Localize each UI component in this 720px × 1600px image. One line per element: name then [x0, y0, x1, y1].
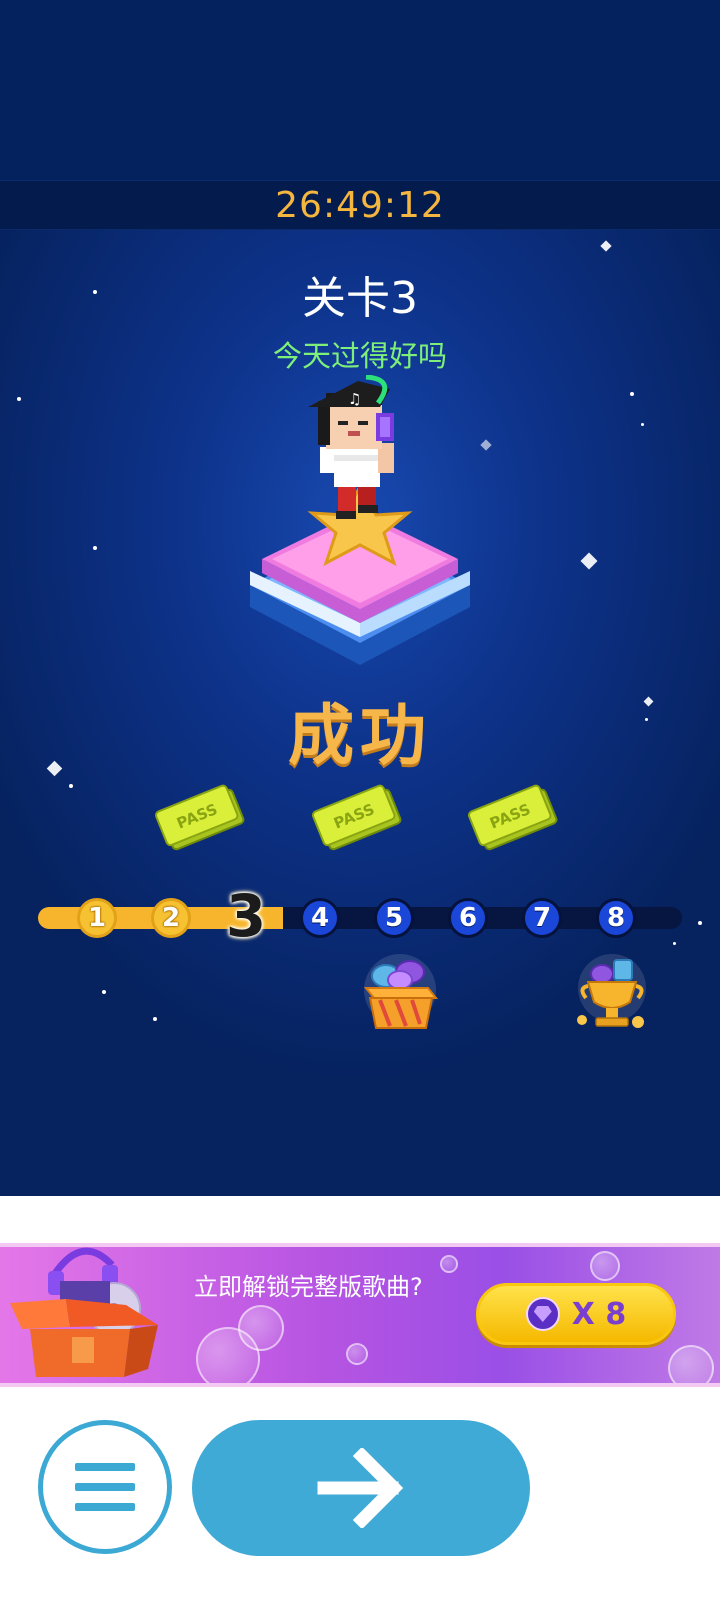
next-level-button[interactable] — [192, 1420, 530, 1556]
countdown-timer: 26:49:12 — [275, 184, 445, 226]
game-screen: 26:49:12 关卡3 今天过得好吗 ♫ 成功 PASS PASS PASS … — [0, 0, 720, 1196]
pass-ticket-icon: PASS — [154, 784, 245, 851]
star — [673, 942, 676, 945]
menu-icon — [75, 1463, 135, 1511]
character-on-pedestal: ♫ — [250, 375, 470, 665]
level-node-6: 6 — [448, 898, 488, 938]
star — [630, 392, 634, 396]
star — [641, 423, 644, 426]
bubble — [668, 1345, 714, 1383]
top-band — [0, 0, 720, 180]
success-text: 成功 — [288, 697, 432, 774]
star — [102, 990, 106, 994]
star — [93, 546, 97, 550]
gift-box-icon[interactable] — [356, 952, 444, 1032]
unlock-cost: X 8 — [571, 1296, 627, 1332]
level-node-2: 2 — [151, 898, 191, 938]
level-node-1: 1 — [77, 898, 117, 938]
level-node-4: 4 — [300, 898, 340, 938]
star — [153, 1017, 157, 1021]
music-box-icon — [10, 1247, 158, 1377]
level-node-3-current: 3 — [225, 882, 267, 950]
star — [698, 921, 702, 925]
level-node-8: 8 — [596, 898, 636, 938]
bubble — [440, 1255, 458, 1273]
unlock-song-banner[interactable]: 立即解锁完整版歌曲? X 8 — [0, 1243, 720, 1387]
level-subtitle: 今天过得好吗 — [272, 339, 447, 373]
unlock-button[interactable]: X 8 — [476, 1283, 676, 1345]
trophy-icon[interactable] — [572, 952, 652, 1032]
bubble — [346, 1343, 368, 1365]
pass-ticket-icon: PASS — [311, 784, 402, 851]
level-title: 关卡3 — [302, 273, 418, 324]
sparkle — [580, 552, 598, 570]
arrow-right-icon — [317, 1448, 404, 1528]
banner-text: 立即解锁完整版歌曲? — [194, 1273, 423, 1301]
svg-text:♫: ♫ — [348, 390, 361, 408]
menu-button[interactable] — [38, 1420, 172, 1554]
bubble — [238, 1305, 284, 1351]
bubble — [590, 1251, 620, 1281]
star — [17, 397, 21, 401]
timer-bar: 26:49:12 — [0, 180, 720, 230]
star — [69, 784, 73, 788]
sparkle — [600, 240, 612, 252]
diamond-icon — [525, 1297, 560, 1331]
level-node-7: 7 — [522, 898, 562, 938]
pass-ticket-icon: PASS — [467, 784, 558, 851]
level-node-5: 5 — [374, 898, 414, 938]
